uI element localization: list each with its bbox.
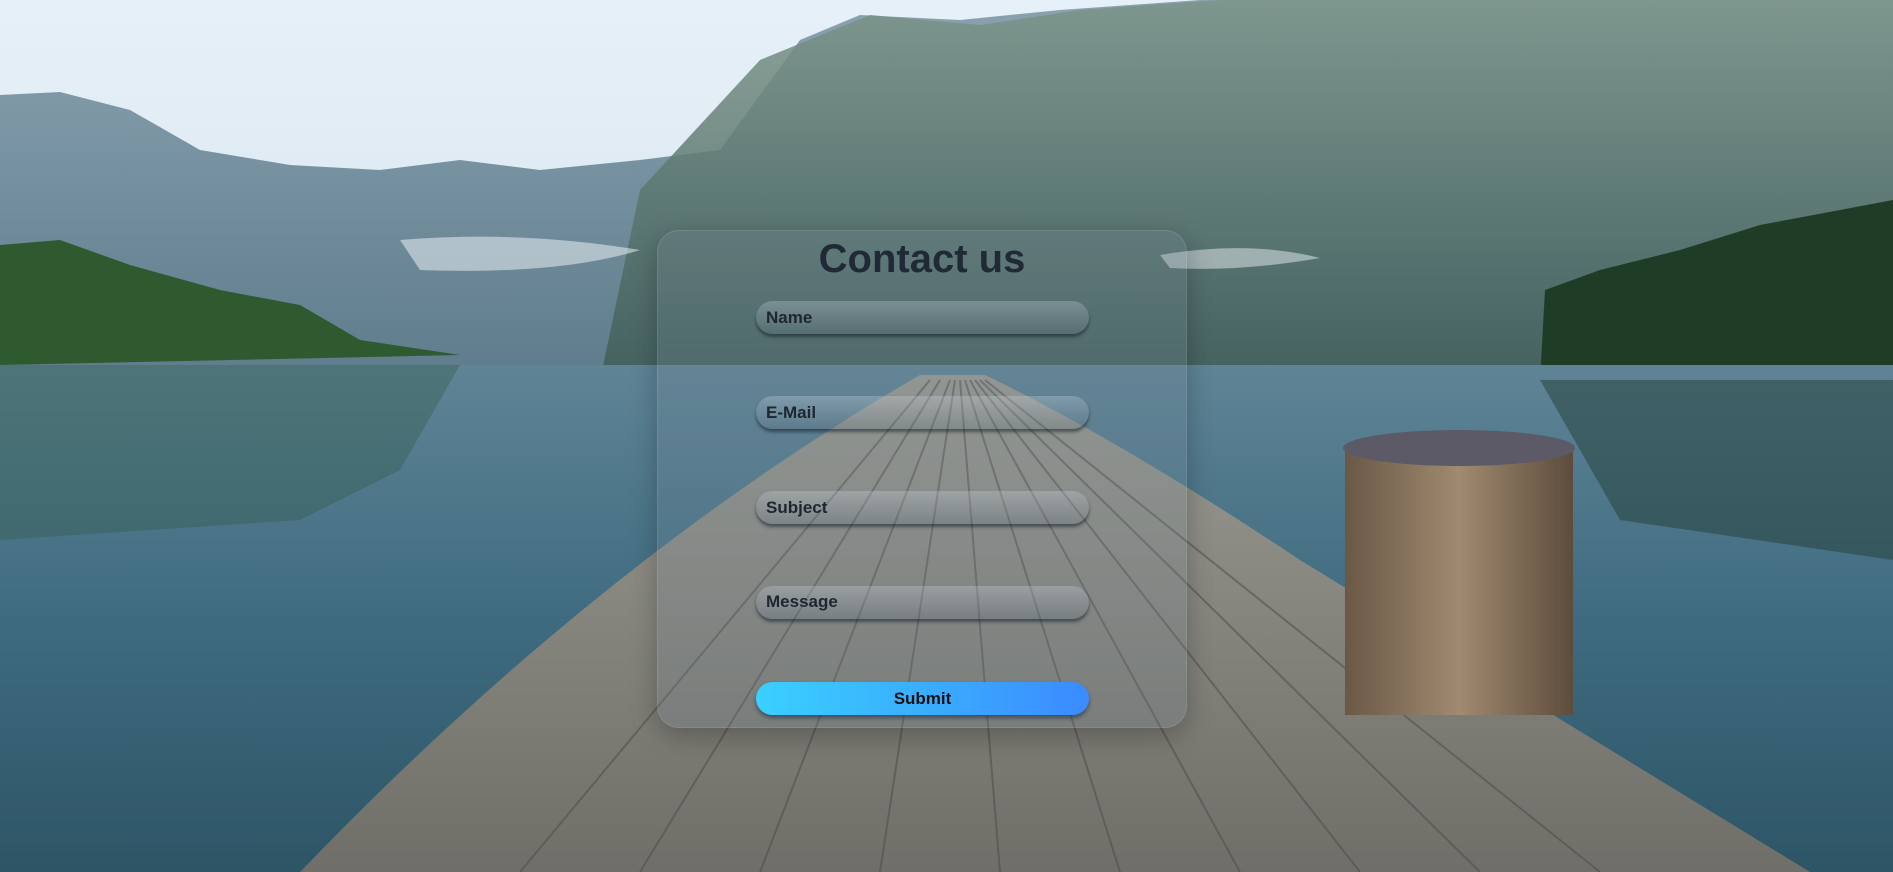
form-title: Contact us — [818, 237, 1026, 281]
name-input[interactable] — [756, 301, 1089, 334]
submit-button[interactable]: Submit — [756, 682, 1089, 715]
message-input[interactable] — [756, 586, 1089, 619]
contact-form: Contact us Submit — [657, 230, 1187, 728]
subject-input[interactable] — [756, 491, 1089, 524]
email-input[interactable] — [756, 396, 1089, 429]
